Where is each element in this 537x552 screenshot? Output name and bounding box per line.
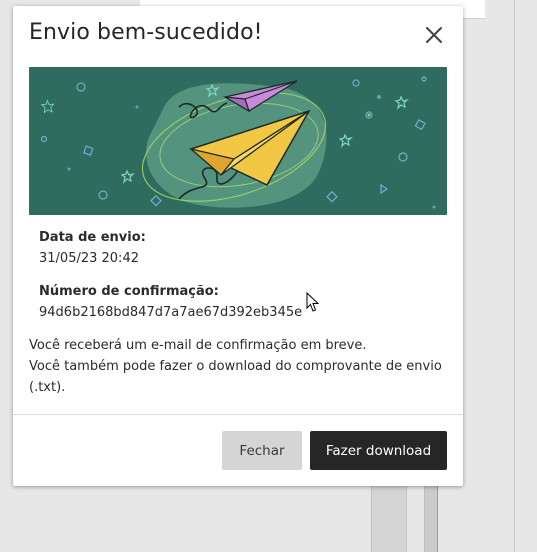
download-button[interactable]: Fazer download [310,431,447,470]
download-notice: Você também pode fazer o download do com… [29,359,442,395]
mouse-cursor-icon [306,292,320,312]
submission-success-dialog: Envio bem-sucedido! Data de envio: 31/05… [13,6,463,486]
email-notice: Você receberá um e-mail de confirmação e… [29,338,367,353]
close-button[interactable] [421,22,447,48]
background-divider [514,0,515,552]
confirmation-number-value: 94d6b2168bd847d7a7ae67d392eb345e [39,305,303,320]
dialog-title: Envio bem-sucedido! [29,20,263,45]
submission-date-value: 31/05/23 20:42 [39,251,139,266]
background-scroll-track [371,486,407,552]
confirmation-number-label: Número de confirmação: [39,284,219,299]
submission-date-label: Data de envio: [39,230,146,245]
background-scrollbar[interactable] [424,486,438,552]
footer-divider [13,414,463,415]
close-dialog-button[interactable]: Fechar [222,431,302,470]
close-icon [426,27,442,43]
success-illustration [29,67,447,215]
